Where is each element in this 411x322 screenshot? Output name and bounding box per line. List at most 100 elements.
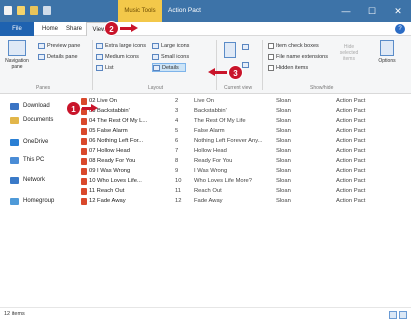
preview-pane-icon: [38, 42, 45, 49]
navigation-pane-icon: [8, 40, 26, 56]
callout-2-arrow: [120, 24, 138, 32]
details-pane-button[interactable]: Details pane: [38, 52, 78, 61]
network-icon: [10, 176, 19, 184]
track-number: 4: [175, 118, 179, 124]
ribbon-tabs: File Home Share View ?: [0, 22, 411, 37]
documents-icon: [10, 116, 19, 124]
help-icon[interactable]: ?: [395, 24, 405, 34]
large-icons-view-icon[interactable]: [399, 311, 407, 319]
window-icon[interactable]: [4, 6, 12, 15]
track-artist: Sloan: [276, 158, 291, 164]
navigation-pane-button[interactable]: Navigation pane: [2, 40, 32, 70]
group-by-button[interactable]: [242, 42, 249, 51]
table-row[interactable]: 07 Hollow Head 7 Hollow Head Sloan Actio…: [80, 147, 411, 157]
track-number: 5: [175, 128, 179, 134]
table-row[interactable]: 10 Who Loves Life... 10 Who Loves Life M…: [80, 177, 411, 187]
track-artist: Sloan: [276, 178, 291, 184]
medium-icons-option[interactable]: Medium icons: [96, 52, 139, 61]
details-option[interactable]: Details: [152, 63, 186, 72]
minimize-button[interactable]: —: [333, 0, 359, 22]
track-number: 6: [175, 138, 179, 144]
table-row[interactable]: 02 Live On 2 Live On Sloan Action Pact: [80, 97, 411, 107]
size-columns-button[interactable]: [242, 60, 249, 69]
tab-share[interactable]: Share: [62, 22, 86, 36]
music-file-icon: [81, 118, 87, 125]
track-album: Action Pact: [336, 138, 366, 144]
small-icons-option[interactable]: Small icons: [152, 52, 189, 61]
table-row[interactable]: 05 False Alarm 5 False Alarm Sloan Actio…: [80, 127, 411, 137]
nav-item-label: Homegroup: [23, 198, 55, 204]
file-name: 09 I Was Wrong: [89, 168, 131, 174]
item-count: 12 items: [4, 311, 25, 317]
folder-icon[interactable]: [17, 6, 25, 15]
track-title: Who Loves Life More?: [194, 178, 252, 184]
nav-item-label: Documents: [23, 117, 54, 123]
music-file-icon: [81, 158, 87, 165]
nav-item-documents[interactable]: Documents: [10, 115, 53, 125]
list-icon: [96, 64, 103, 71]
table-row[interactable]: 09 I Was Wrong 9 I Was Wrong Sloan Actio…: [80, 167, 411, 177]
nav-item-this-pc[interactable]: This PC: [10, 155, 44, 165]
close-button[interactable]: ✕: [385, 0, 411, 22]
file-name: 07 Hollow Head: [89, 148, 130, 154]
item-check-boxes-toggle[interactable]: Item check boxes: [268, 41, 319, 50]
layout-group-label: Layout: [148, 85, 164, 91]
track-album: Action Pact: [336, 128, 366, 134]
file-name: 06 Nothing Left For...: [89, 138, 144, 144]
item-check-boxes-checkbox[interactable]: [268, 42, 274, 49]
ribbon: Navigation pane Preview pane Details pan…: [0, 36, 411, 94]
nav-item-download[interactable]: Download: [10, 101, 50, 111]
hide-selected-items-button[interactable]: Hide selected items: [334, 44, 364, 62]
hidden-items-checkbox[interactable]: [268, 64, 274, 71]
details-pane-label: Details pane: [47, 53, 78, 60]
track-title: Backstabbin': [194, 108, 227, 114]
large-icons-icon: [152, 42, 159, 49]
tab-file[interactable]: File: [0, 22, 34, 36]
large-icons-option[interactable]: Large icons: [152, 41, 189, 50]
music-file-icon: [81, 178, 87, 185]
track-album: Action Pact: [336, 158, 366, 164]
track-title: False Alarm: [194, 128, 225, 134]
preview-pane-button[interactable]: Preview pane: [38, 41, 80, 50]
nav-item-homegroup[interactable]: Homegroup: [10, 196, 54, 206]
track-number: 12: [175, 198, 182, 204]
file-list: 02 Live On 2 Live On Sloan Action Pact 0…: [80, 95, 411, 307]
maximize-button[interactable]: ☐: [359, 0, 385, 22]
hidden-items-toggle[interactable]: Hidden items: [268, 63, 308, 72]
callout-1: 1: [66, 101, 81, 116]
ribbon-separator: [216, 40, 217, 90]
small-icons-label: Small icons: [161, 53, 190, 60]
hidden-items-label: Hidden items: [276, 64, 309, 71]
music-tools-context-tab[interactable]: Music Tools: [118, 0, 162, 22]
track-album: Action Pact: [336, 178, 366, 184]
sort-by-button[interactable]: [222, 42, 238, 60]
list-option[interactable]: List: [96, 63, 114, 72]
table-row[interactable]: 11 Reach Out 11 Reach Out Sloan Action P…: [80, 187, 411, 197]
music-file-icon: [81, 198, 87, 205]
track-artist: Sloan: [276, 128, 291, 134]
new-folder-icon[interactable]: [30, 6, 38, 15]
file-name: 10 Who Loves Life...: [89, 178, 142, 184]
track-number: 7: [175, 148, 179, 154]
tab-home[interactable]: Home: [38, 22, 62, 36]
track-album: Action Pact: [336, 188, 366, 194]
table-row[interactable]: 12 Fade Away 12 Fade Away Sloan Action P…: [80, 197, 411, 207]
options-icon: [380, 40, 394, 56]
medium-icons-icon: [96, 53, 103, 60]
file-name-extensions-checkbox[interactable]: [268, 53, 274, 60]
extra-large-icons-option[interactable]: Extra large icons: [96, 41, 146, 50]
table-row[interactable]: 03 Backstabbin' 3 Backstabbin' Sloan Act…: [80, 107, 411, 117]
table-row[interactable]: 06 Nothing Left For... 6 Nothing Left Fo…: [80, 137, 411, 147]
details-view-icon[interactable]: [389, 311, 397, 319]
nav-item-onedrive[interactable]: OneDrive: [10, 137, 48, 147]
file-name-extensions-toggle[interactable]: File name extensions: [268, 52, 328, 61]
table-row[interactable]: 04 The Rest Of My L... 4 The Rest Of My …: [80, 117, 411, 127]
nav-item-network[interactable]: Network: [10, 175, 45, 185]
list-label: List: [105, 64, 114, 71]
medium-icons-label: Medium icons: [105, 53, 139, 60]
customize-toolbar-icon[interactable]: [43, 6, 51, 15]
music-file-icon: [81, 128, 87, 135]
table-row[interactable]: 08 Ready For You 8 Ready For You Sloan A…: [80, 157, 411, 167]
options-button[interactable]: Options: [372, 40, 402, 64]
track-title: The Rest Of My Life: [194, 118, 246, 124]
